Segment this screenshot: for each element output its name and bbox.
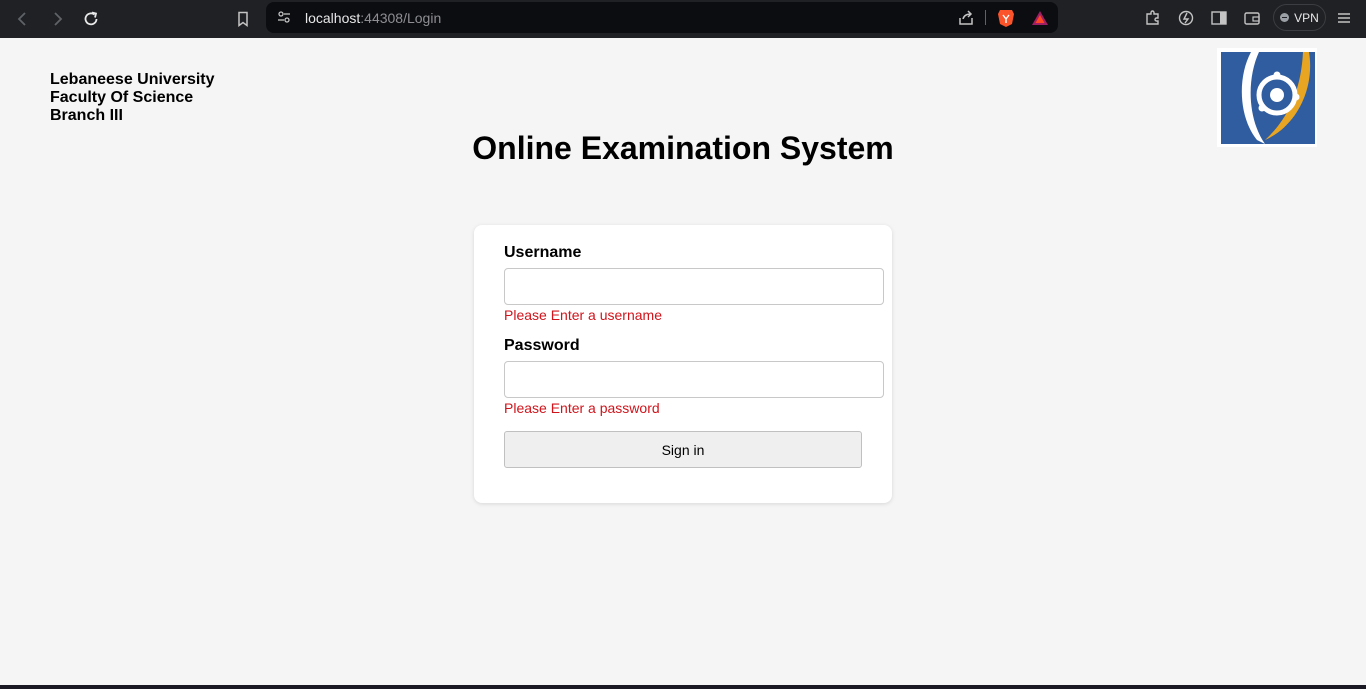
menu-icon[interactable] bbox=[1333, 7, 1355, 29]
vpn-button[interactable]: VPN bbox=[1273, 4, 1326, 31]
url-text: localhost:44308/Login bbox=[305, 10, 441, 26]
institution-line-university: Lebaneese University bbox=[50, 71, 215, 88]
extensions-icon[interactable] bbox=[1142, 7, 1164, 29]
password-input[interactable] bbox=[504, 361, 884, 398]
username-error: Please Enter a username bbox=[504, 307, 662, 323]
divider bbox=[985, 10, 986, 25]
reload-icon[interactable] bbox=[79, 7, 103, 31]
address-bar[interactable]: localhost:44308/Login bbox=[266, 2, 1058, 33]
page-title: Online Examination System bbox=[472, 130, 894, 166]
institution-line-branch: Branch III bbox=[50, 107, 123, 124]
vpn-status-icon bbox=[1280, 13, 1290, 22]
brave-rewards-icon[interactable] bbox=[1030, 8, 1050, 28]
taskbar-edge bbox=[0, 685, 1366, 689]
bookmark-icon[interactable] bbox=[231, 7, 255, 31]
username-label: Username bbox=[504, 244, 582, 261]
institution-line-faculty: Faculty Of Science bbox=[50, 89, 194, 106]
sign-in-button[interactable]: Sign in bbox=[504, 431, 862, 468]
back-icon[interactable] bbox=[11, 7, 35, 31]
login-card: Username Please Enter a username Passwor… bbox=[474, 225, 892, 503]
password-error: Please Enter a password bbox=[504, 400, 660, 416]
password-label: Password bbox=[504, 337, 580, 354]
wallet-icon[interactable] bbox=[1241, 7, 1263, 29]
brave-shield-icon[interactable] bbox=[996, 7, 1016, 28]
site-settings-icon[interactable] bbox=[276, 9, 292, 25]
institution-name: Lebaneese University Faculty Of Science … bbox=[50, 71, 215, 125]
leo-ai-icon[interactable] bbox=[1175, 7, 1197, 29]
browser-toolbar: localhost:44308/Login VPN bbox=[0, 0, 1366, 38]
username-input[interactable] bbox=[504, 268, 884, 305]
sidebar-icon[interactable] bbox=[1208, 7, 1230, 29]
url-host: localhost bbox=[305, 10, 361, 26]
forward-icon[interactable] bbox=[45, 7, 69, 31]
vpn-label: VPN bbox=[1294, 10, 1319, 25]
share-icon[interactable] bbox=[956, 8, 976, 28]
url-path: :44308/Login bbox=[360, 10, 442, 26]
